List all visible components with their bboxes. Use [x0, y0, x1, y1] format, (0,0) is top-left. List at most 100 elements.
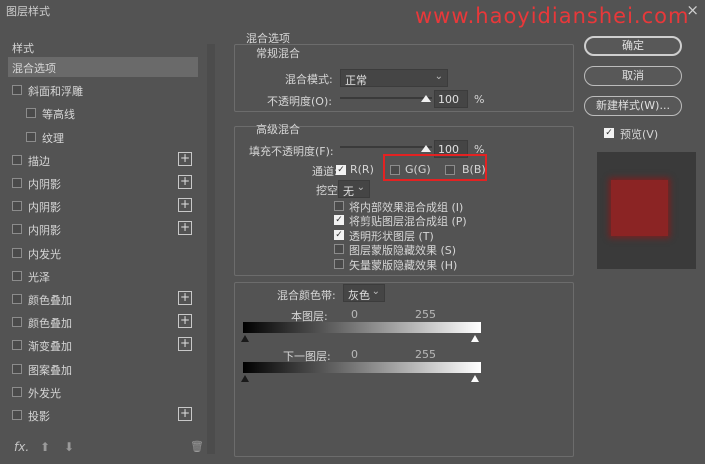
style-item-checkbox[interactable] [12, 154, 22, 165]
style-item[interactable]: 投影 + [8, 405, 198, 425]
style-item-checkbox[interactable] [12, 224, 22, 235]
style-item-checkbox[interactable] [12, 85, 22, 96]
move-up-icon[interactable]: ⬆ [40, 440, 50, 454]
advanced-option-checkbox[interactable]: ✓ [334, 215, 344, 226]
cancel-button[interactable]: 取消 [584, 66, 682, 86]
style-item-checkbox[interactable] [12, 270, 22, 281]
blend-mode-select[interactable]: 正常 ⌄ [340, 69, 448, 87]
blend-if-select[interactable]: 灰色 ⌄ [343, 284, 385, 302]
style-item[interactable]: 外发光 [8, 382, 198, 402]
advanced-blending-title: 高级混合 [256, 123, 300, 136]
style-item[interactable]: 颜色叠加 + [8, 312, 198, 332]
style-item[interactable]: 渐变叠加 + [8, 335, 198, 355]
preview-checkbox[interactable]: ✓ [604, 128, 614, 138]
style-item-checkbox[interactable] [12, 363, 22, 374]
style-item[interactable]: 内阴影 + [8, 196, 198, 216]
this-layer-white-handle[interactable] [471, 335, 479, 342]
style-item[interactable]: 内阴影 + [8, 219, 198, 239]
channel-r-checkbox[interactable]: ✓ [336, 165, 346, 175]
style-item-label: 混合选项 [12, 62, 56, 75]
fx-icon[interactable]: fx. [14, 440, 29, 454]
styles-heading: 样式 [12, 42, 34, 55]
add-icon[interactable]: + [178, 291, 192, 305]
style-item[interactable]: 斜面和浮雕 [8, 80, 198, 100]
channels-label: 通道: [312, 165, 338, 178]
style-item[interactable]: 纹理 [8, 127, 198, 147]
style-item-label: 斜面和浮雕 [28, 85, 83, 99]
opacity-input[interactable]: 100 [434, 90, 468, 108]
style-item-label: 外发光 [28, 386, 61, 400]
style-item-checkbox[interactable] [12, 386, 22, 397]
underlying-layer-min: 0 [351, 348, 358, 361]
add-icon[interactable]: + [178, 198, 192, 213]
style-item-checkbox[interactable] [12, 178, 22, 188]
style-item-checkbox[interactable] [12, 340, 22, 351]
add-icon[interactable]: + [178, 407, 192, 421]
opacity-slider-handle[interactable] [421, 95, 431, 102]
style-item-checkbox[interactable] [12, 247, 22, 258]
fill-opacity-label: 填充不透明度(F): [249, 145, 334, 158]
trash-icon[interactable]: 🗑 [190, 440, 204, 453]
new-style-button[interactable]: 新建样式(W)... [584, 96, 682, 116]
chevron-down-icon: ⌄ [356, 182, 365, 193]
this-layer-gradient [243, 322, 481, 333]
advanced-option-label: 矢量蒙版隐藏效果 (H) [349, 258, 458, 272]
style-item-checkbox[interactable] [26, 108, 36, 119]
ok-button[interactable]: 确定 [584, 36, 682, 56]
styles-list: 混合选项 斜面和浮雕 等高线 纹理 描边 + 内阴影 + 内阴影 + 内阴影 + 内发光 光泽 颜色叠加 + 颜… [8, 57, 206, 464]
style-item[interactable]: 等高线 [8, 103, 198, 123]
style-item[interactable]: 内发光 [8, 243, 198, 263]
style-item-label: 光泽 [28, 270, 50, 284]
knockout-value: 无 [343, 185, 354, 198]
blend-mode-label: 混合模式: [285, 73, 333, 86]
chevron-down-icon: ⌄ [434, 71, 443, 82]
advanced-option-checkbox[interactable] [334, 201, 344, 211]
advanced-option-checkbox[interactable] [334, 244, 344, 255]
add-icon[interactable]: + [178, 221, 192, 236]
style-item-label: 纹理 [42, 131, 64, 145]
underlying-layer-black-handle[interactable] [241, 375, 249, 382]
channel-r-label: R(R) [350, 163, 374, 176]
watermark: www.haoyidianshei.com [415, 4, 690, 28]
preview-label: 预览(V) [620, 128, 659, 141]
underlying-layer-white-handle[interactable] [471, 375, 479, 382]
add-icon[interactable]: + [178, 337, 192, 352]
style-item-checkbox[interactable] [12, 201, 22, 212]
chevron-down-icon: ⌄ [371, 286, 380, 297]
style-item-label: 颜色叠加 [28, 294, 72, 307]
opacity-label: 不透明度(O): [267, 95, 332, 108]
style-item[interactable]: 光泽 [8, 266, 198, 286]
style-item-checkbox[interactable] [26, 131, 36, 142]
fill-opacity-slider-handle[interactable] [421, 145, 431, 152]
knockout-select[interactable]: 无 ⌄ [338, 180, 370, 198]
add-icon[interactable]: + [178, 175, 192, 189]
style-item-label: 投影 [28, 410, 50, 423]
style-item-checkbox[interactable] [12, 410, 22, 420]
underlying-layer-gradient [243, 362, 481, 373]
advanced-option-checkbox[interactable]: ✓ [334, 229, 344, 240]
style-item-label: 内发光 [28, 247, 61, 261]
highlight-box [383, 154, 487, 181]
style-item-label: 颜色叠加 [28, 317, 72, 331]
fill-opacity-slider[interactable] [340, 146, 432, 148]
style-item[interactable]: 混合选项 [8, 57, 198, 77]
style-item-checkbox[interactable] [12, 317, 22, 328]
move-down-icon[interactable]: ⬇ [64, 440, 74, 454]
add-icon[interactable]: + [178, 151, 192, 166]
style-item[interactable]: 颜色叠加 + [8, 289, 198, 309]
advanced-option-checkbox[interactable] [334, 258, 344, 269]
opacity-slider[interactable] [340, 97, 432, 99]
style-item-label: 渐变叠加 [28, 340, 72, 354]
style-item-label: 内阴影 [28, 178, 61, 191]
style-item[interactable]: 描边 + [8, 150, 198, 170]
style-item[interactable]: 图案叠加 [8, 359, 198, 379]
style-item-checkbox[interactable] [12, 294, 22, 304]
preview-thumbnail [597, 152, 696, 269]
style-item[interactable]: 内阴影 + [8, 173, 198, 193]
underlying-layer-max: 255 [415, 348, 436, 361]
blend-if-label: 混合颜色带: [277, 289, 336, 302]
this-layer-black-handle[interactable] [241, 335, 249, 342]
add-icon[interactable]: + [178, 314, 192, 329]
style-item-label: 内阴影 [28, 201, 61, 215]
styles-scrollbar[interactable] [207, 44, 215, 454]
